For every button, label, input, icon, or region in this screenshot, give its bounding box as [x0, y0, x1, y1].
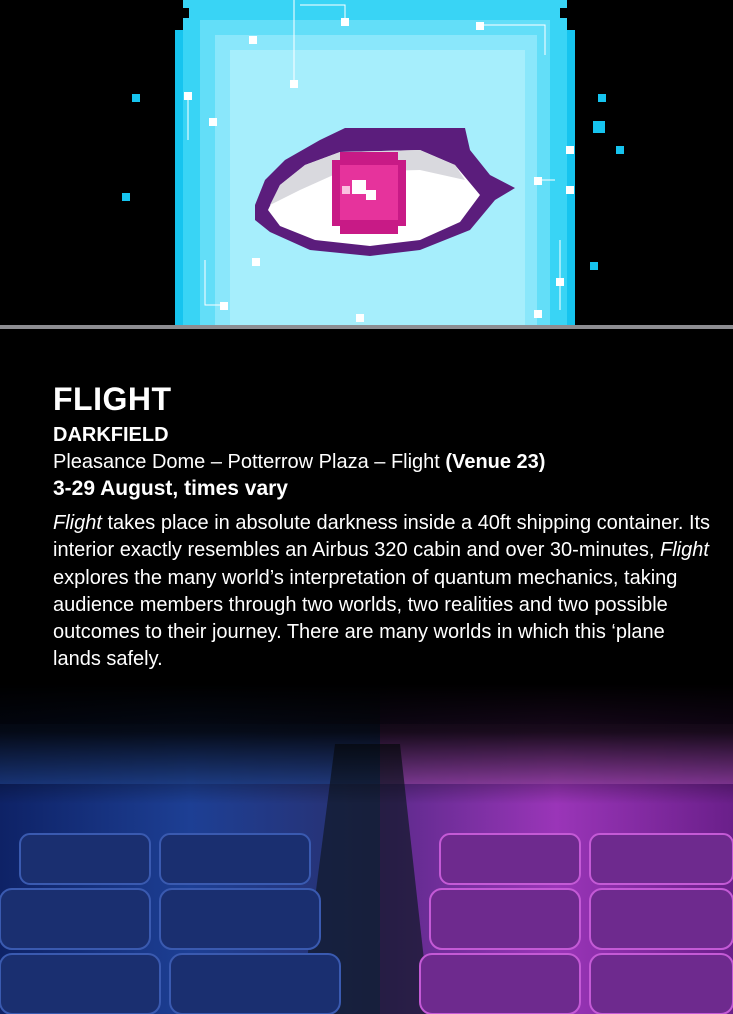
venue-number: (Venue 23)	[445, 451, 546, 473]
event-content: FLIGHT DARKFIELD Pleasance Dome – Potter…	[0, 329, 733, 1014]
event-info: FLIGHT DARKFIELD Pleasance Dome – Potter…	[53, 381, 713, 674]
event-description: Flight takes place in absolute darkness …	[53, 510, 713, 674]
venue-line: Pleasance Dome – Potterrow Plaza – Fligh…	[53, 449, 713, 475]
image-fade	[0, 684, 733, 804]
company-name: DARKFIELD	[53, 424, 169, 446]
pixel-art-eye-icon	[122, 0, 624, 325]
venue-text: Pleasance Dome – Potterrow Plaza – Fligh…	[53, 451, 446, 473]
desc-title-italic: Flight	[659, 539, 709, 562]
desc-part-2: explores the many world’s interpretation…	[53, 566, 678, 671]
event-dates: 3-29 August, times vary	[53, 477, 288, 500]
desc-title-italic: Flight	[53, 512, 102, 534]
event-title: FLIGHT	[53, 381, 172, 417]
desc-part-1: takes place in absolute darkness inside …	[53, 512, 711, 562]
hero-banner	[0, 0, 733, 325]
